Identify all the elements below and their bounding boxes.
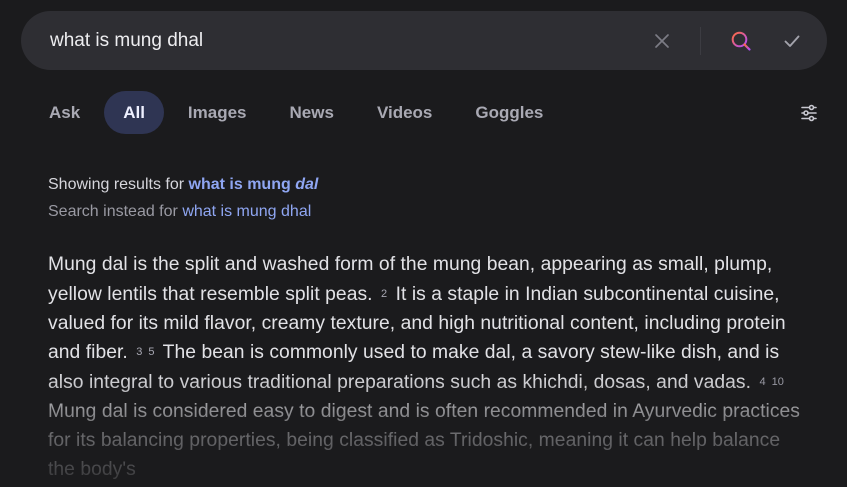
corrected-query-plain: what is mung (188, 176, 296, 193)
showing-results-prefix: Showing results for (48, 176, 185, 193)
showing-results-line: Showing results for what is mung dal (48, 171, 318, 198)
original-query-link[interactable]: what is mung dhal (182, 203, 311, 220)
page: Ask All Images News Videos Goggles Showi… (0, 0, 847, 487)
filters-button[interactable] (798, 102, 820, 124)
search-input[interactable] (50, 11, 610, 70)
search-instead-prefix: Search instead for (48, 203, 178, 220)
search-bar (21, 11, 827, 70)
citation-link[interactable]: 4 (759, 368, 765, 397)
citation-link[interactable]: 5 (148, 338, 154, 367)
clear-button[interactable] (649, 28, 675, 54)
tab-news[interactable]: News (271, 91, 353, 134)
tab-all[interactable]: All (104, 91, 164, 134)
search-instead-line: Search instead for what is mung dhal (48, 198, 318, 225)
answer-sentence: Mung dal is considered easy to digest an… (48, 400, 800, 480)
search-button[interactable] (728, 28, 754, 54)
tab-goggles[interactable]: Goggles (456, 91, 562, 134)
check-icon (784, 35, 800, 47)
search-tabs: Ask All Images News Videos Goggles (30, 91, 567, 134)
corrected-query-emphasis: dal (295, 176, 319, 193)
citation-link[interactable]: 2 (381, 280, 387, 309)
search-icon (731, 31, 751, 51)
tab-images[interactable]: Images (169, 91, 266, 134)
sliders-icon (801, 104, 817, 122)
spell-correction: Showing results for what is mung dal Sea… (48, 171, 318, 225)
search-divider (700, 27, 701, 55)
submit-button[interactable] (779, 28, 805, 54)
answer-sentence: The bean is commonly used to make dal, a… (48, 342, 780, 394)
close-icon (655, 34, 669, 48)
tab-ask[interactable]: Ask (30, 91, 99, 134)
corrected-query-link[interactable]: what is mung dal (189, 176, 319, 193)
ai-answer: Mung dal is the split and washed form of… (48, 251, 808, 484)
tab-videos[interactable]: Videos (358, 91, 451, 134)
citation-link[interactable]: 3 (136, 338, 142, 367)
citation-link[interactable]: 10 (772, 368, 784, 397)
